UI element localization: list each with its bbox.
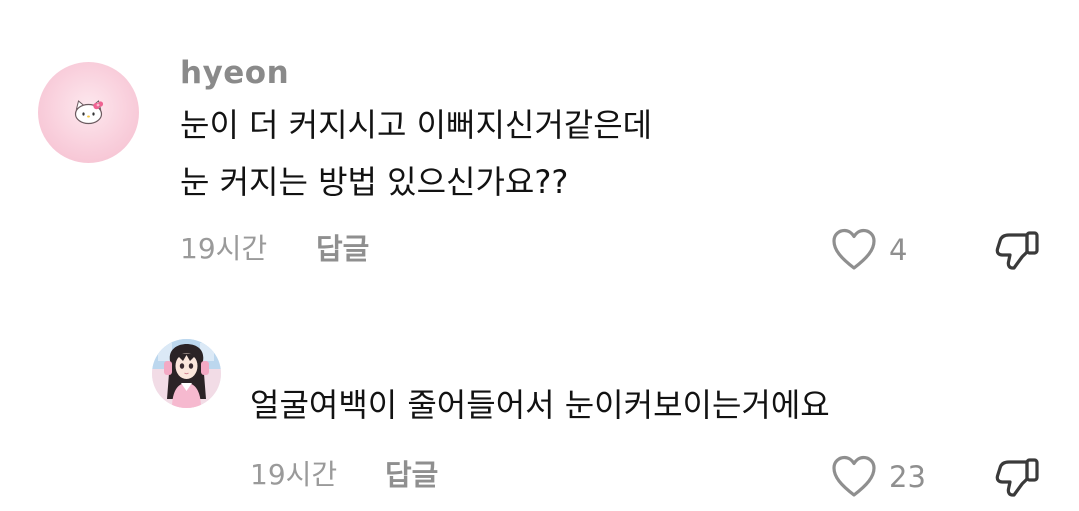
comment-text-line: 눈 커지는 방법 있으신가요?? (180, 163, 569, 201)
dislike-button[interactable] (993, 225, 1043, 275)
like-count: 23 (889, 460, 926, 494)
reply-button[interactable]: 답글 (316, 232, 369, 266)
thumbs-down-outline-icon (995, 458, 1039, 497)
heart-outline-icon (832, 455, 876, 497)
like-button[interactable] (831, 455, 877, 499)
like-count: 4 (889, 233, 908, 267)
heart-outline-icon (832, 228, 876, 270)
thumbs-down-outline-icon (995, 231, 1039, 270)
comment-text-line: 눈이 더 커지시고 이뻐지신거같은데 (180, 106, 653, 144)
dislike-button[interactable] (993, 452, 1043, 502)
avatar[interactable] (152, 339, 221, 408)
comment-text-line: 얼굴여백이 줄어들어서 눈이커보이는거에요 (250, 386, 830, 424)
avatar[interactable] (38, 62, 139, 163)
hello-kitty-icon (74, 100, 104, 125)
reply-button[interactable]: 답글 (385, 458, 438, 492)
like-button[interactable] (831, 228, 877, 272)
anime-girl-avatar (152, 339, 221, 408)
comment-username[interactable]: hyeon (180, 55, 289, 91)
comment-timestamp: 19시간 (180, 232, 268, 265)
comment-timestamp: 19시간 (250, 458, 338, 491)
